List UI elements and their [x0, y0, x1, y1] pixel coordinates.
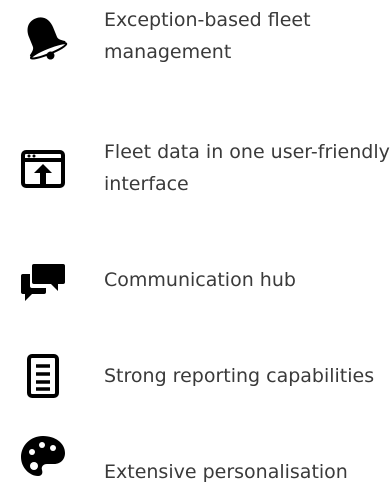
feature-label: Extensive personalisation [104, 461, 348, 483]
report-document-icon [18, 352, 68, 402]
feature-label: Exception-based fleet management [104, 9, 311, 63]
feature-label: Strong reporting capabilities [104, 365, 375, 387]
bell-icon [18, 12, 68, 62]
feature-label: Communication hub [104, 269, 296, 291]
chat-bubbles-icon [18, 258, 68, 308]
upload-window-icon [18, 144, 68, 194]
feature-list: Exception-based fleet management Fleet d… [0, 0, 392, 488]
feature-label: Fleet data in one user-friendly interfac… [104, 141, 390, 195]
palette-icon [18, 430, 68, 480]
